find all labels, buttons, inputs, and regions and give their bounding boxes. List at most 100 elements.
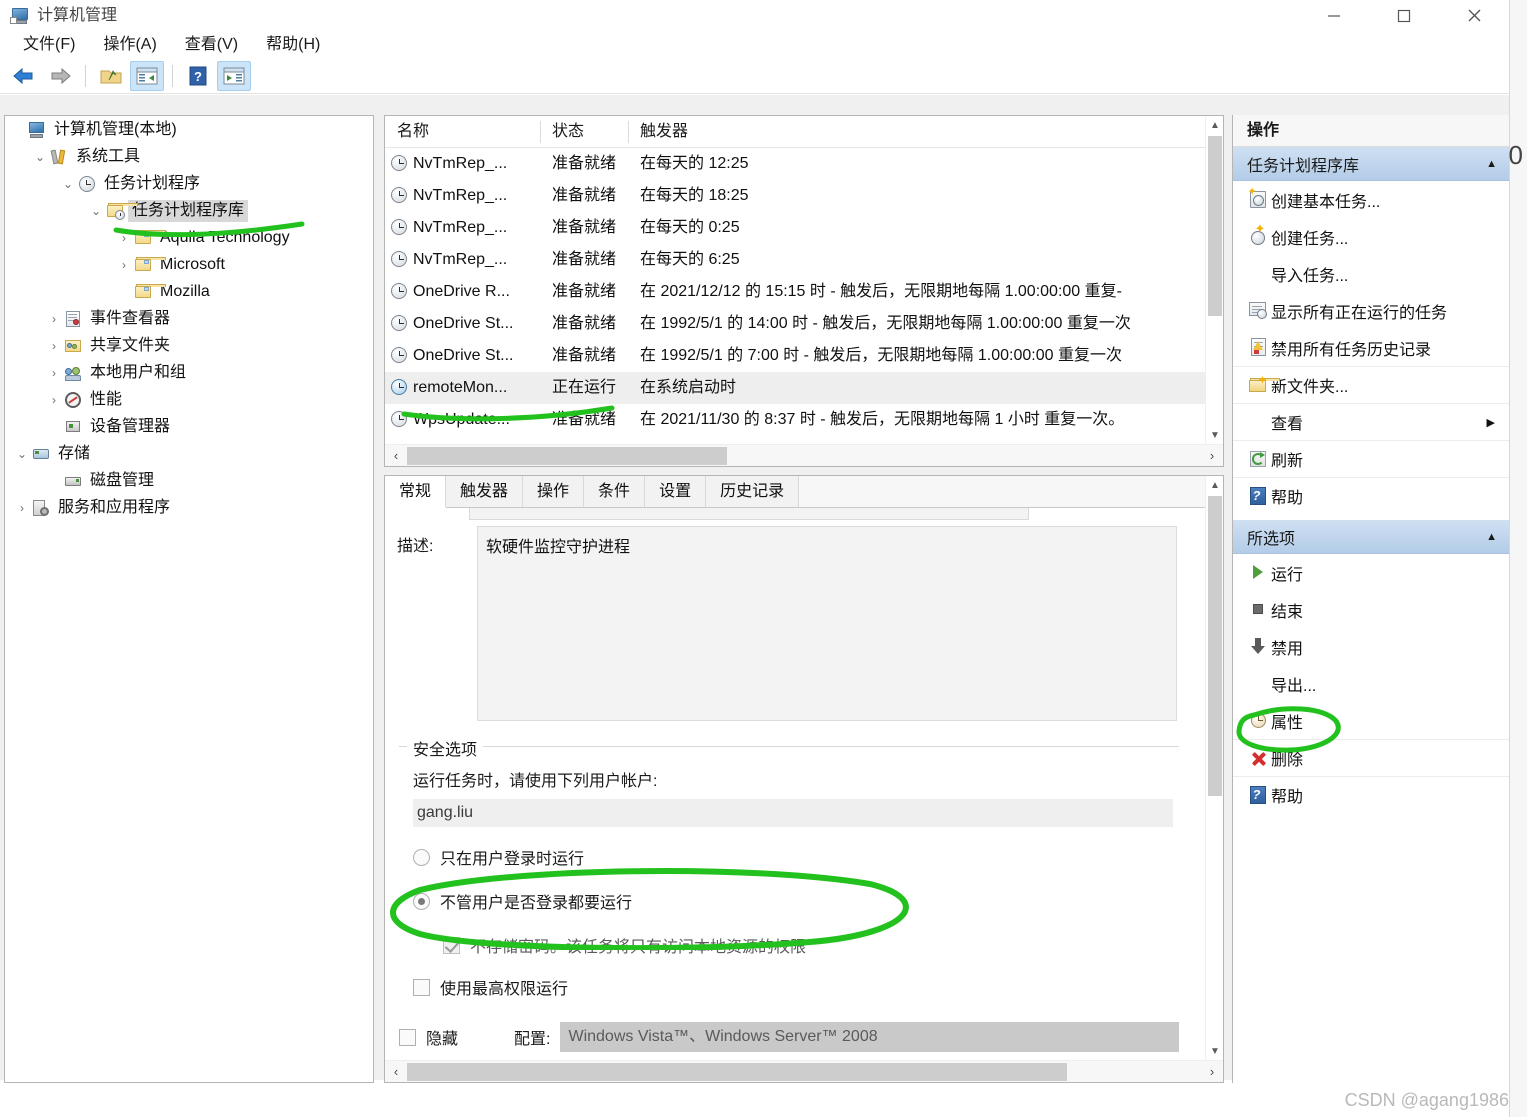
table-row-selected[interactable]: remoteMon... 正在运行 在系统启动时 <box>385 372 1205 404</box>
checkbox-icon[interactable] <box>413 978 430 996</box>
tree-item-task-scheduler-library[interactable]: ⌄ 任务计划程序库 <box>5 197 373 224</box>
chevron-right-icon[interactable]: › <box>45 313 63 325</box>
radio-run-whether-user-logged-on-or-not[interactable]: 不管用户是否登录都要运行 <box>413 889 632 913</box>
detail-vertical-scrollbar[interactable]: ▲ ▼ <box>1205 476 1223 1060</box>
tree-item-microsoft[interactable]: › Microsoft <box>5 251 373 278</box>
close-button[interactable] <box>1439 0 1509 31</box>
radio-button-selected-icon[interactable] <box>413 892 430 910</box>
actions-group-header-library[interactable]: 任务计划程序库 ▲ <box>1233 147 1509 181</box>
chevron-right-icon[interactable]: › <box>45 394 63 406</box>
scroll-right-arrow-icon[interactable]: › <box>1201 1061 1223 1083</box>
minimize-button[interactable] <box>1299 0 1369 31</box>
checkbox-run-with-highest-privileges[interactable]: 使用最高权限运行 <box>413 975 568 999</box>
table-row[interactable]: NvTmRep_... 准备就绪 在每天的 0:25 <box>385 212 1205 244</box>
show-hide-tree-icon[interactable] <box>130 60 164 91</box>
action-run[interactable]: 运行 <box>1233 554 1509 591</box>
tree-item-system-tools[interactable]: ⌄ 系统工具 <box>5 143 373 170</box>
tree-item-event-viewer[interactable]: › 事件查看器 <box>5 305 373 332</box>
collapse-caret-icon[interactable]: ▲ <box>1486 158 1497 170</box>
scrollbar-thumb[interactable] <box>1208 136 1222 316</box>
chevron-down-icon[interactable]: ⌄ <box>13 448 31 460</box>
tree-item-storage[interactable]: ⌄ 存储 <box>5 440 373 467</box>
checkbox-checked-icon[interactable] <box>443 936 460 954</box>
tab-settings[interactable]: 设置 <box>645 476 707 507</box>
submenu-arrow-icon[interactable]: ▶ <box>1487 416 1495 429</box>
action-export[interactable]: 导出... <box>1233 665 1509 702</box>
back-arrow-icon[interactable] <box>7 61 41 91</box>
scroll-up-arrow-icon[interactable]: ▲ <box>1206 116 1223 134</box>
action-display-all-running-tasks[interactable]: 显示所有正在运行的任务 <box>1233 292 1509 329</box>
menu-action[interactable]: 操作(A) <box>89 31 170 58</box>
chevron-down-icon[interactable]: ⌄ <box>87 205 105 217</box>
action-refresh[interactable]: 刷新 <box>1233 440 1509 477</box>
action-create-task[interactable]: ✦ 创建任务... <box>1233 218 1509 255</box>
maximize-button[interactable] <box>1369 0 1439 31</box>
tree-item-task-scheduler[interactable]: ⌄ 任务计划程序 <box>5 170 373 197</box>
task-list-vertical-scrollbar[interactable]: ▲ ▼ <box>1205 116 1223 444</box>
chevron-down-icon[interactable]: ⌄ <box>59 178 77 190</box>
chevron-down-icon[interactable]: ⌄ <box>31 151 49 163</box>
column-header-trigger[interactable]: 触发器 <box>628 116 1205 148</box>
task-list-horizontal-scrollbar[interactable]: ‹ › <box>385 444 1223 466</box>
tree-item-disk-management[interactable]: › 磁盘管理 <box>5 467 373 494</box>
tab-triggers[interactable]: 触发器 <box>446 476 524 507</box>
detail-horizontal-scrollbar[interactable]: ‹ › <box>385 1060 1223 1082</box>
menu-help[interactable]: 帮助(H) <box>252 31 334 58</box>
action-end[interactable]: 结束 <box>1233 591 1509 628</box>
action-delete[interactable]: 删除 <box>1233 739 1509 776</box>
table-row[interactable]: WpsUpdate... 准备就绪 在 2021/11/30 的 8:37 时 … <box>385 404 1205 436</box>
radio-button-icon[interactable] <box>413 848 430 866</box>
column-header-status[interactable]: 状态 <box>540 116 628 148</box>
console-tree[interactable]: › 计算机管理(本地) ⌄ 系统工具 ⌄ 任务计划程序 ⌄ <box>4 115 374 1083</box>
scroll-up-arrow-icon[interactable]: ▲ <box>1206 476 1223 494</box>
chevron-right-icon[interactable]: › <box>115 259 133 271</box>
description-field[interactable]: 软硬件监控守护进程 <box>477 526 1177 721</box>
tree-item-aquila-technology[interactable]: › Aquila Technology <box>5 224 373 251</box>
table-row[interactable]: OneDrive St... 准备就绪 在 1992/5/1 的 7:00 时 … <box>385 340 1205 372</box>
chevron-right-icon[interactable]: › <box>45 340 63 352</box>
hscroll-track[interactable] <box>407 1061 1201 1083</box>
tree-item-performance[interactable]: › 性能 <box>5 386 373 413</box>
tree-item-local-users-and-groups[interactable]: › 本地用户和组 <box>5 359 373 386</box>
action-import-task[interactable]: 导入任务... <box>1233 255 1509 292</box>
action-view[interactable]: 查看 ▶ <box>1233 403 1509 440</box>
scrollbar-thumb[interactable] <box>407 1062 1067 1081</box>
chevron-right-icon[interactable]: › <box>115 232 133 244</box>
scrollbar-thumb[interactable] <box>407 446 727 465</box>
tab-history[interactable]: 历史记录 <box>706 476 800 507</box>
hscroll-track[interactable] <box>407 445 1201 467</box>
table-row[interactable]: NvTmRep_... 准备就绪 在每天的 12:25 <box>385 148 1205 180</box>
table-row[interactable]: NvTmRep_... 准备就绪 在每天的 18:25 <box>385 180 1205 212</box>
chevron-right-icon[interactable]: › <box>45 367 63 379</box>
action-properties[interactable]: 属性 <box>1233 702 1509 739</box>
collapse-caret-icon[interactable]: ▲ <box>1486 531 1497 543</box>
checkbox-hidden-icon[interactable] <box>399 1028 416 1046</box>
table-row[interactable]: OneDrive St... 准备就绪 在 1992/5/1 的 14:00 时… <box>385 308 1205 340</box>
action-disable[interactable]: 禁用 <box>1233 628 1509 665</box>
configure-value[interactable]: Windows Vista™、Windows Server™ 2008 <box>560 1022 1179 1052</box>
up-folder-icon[interactable] <box>94 61 128 91</box>
checkbox-do-not-store-password[interactable]: 不存储密码。该任务将只有访问本地资源的权限 <box>443 933 806 957</box>
help-icon[interactable]: ? <box>181 61 215 91</box>
scroll-down-arrow-icon[interactable]: ▼ <box>1206 426 1223 444</box>
tree-item-shared-folders[interactable]: › 共享文件夹 <box>5 332 373 359</box>
tab-conditions[interactable]: 条件 <box>584 476 646 507</box>
table-row[interactable]: NvTmRep_... 准备就绪 在每天的 6:25 <box>385 244 1205 276</box>
scroll-left-arrow-icon[interactable]: ‹ <box>385 1061 407 1083</box>
menu-file[interactable]: 文件(F) <box>9 31 89 58</box>
scrollbar-thumb[interactable] <box>1208 496 1222 796</box>
column-header-name[interactable]: 名称 <box>385 116 540 148</box>
action-new-folder[interactable]: ✦ 新文件夹... <box>1233 366 1509 403</box>
action-help-selected[interactable]: ? 帮助 <box>1233 776 1509 813</box>
tree-item-computer-management[interactable]: › 计算机管理(本地) <box>5 116 373 143</box>
scroll-down-arrow-icon[interactable]: ▼ <box>1206 1042 1223 1060</box>
radio-run-only-when-logged-on[interactable]: 只在用户登录时运行 <box>413 845 584 869</box>
forward-arrow-icon[interactable] <box>43 61 77 91</box>
chevron-right-icon[interactable]: › <box>13 502 31 514</box>
action-create-basic-task[interactable]: ✦ 创建基本任务... <box>1233 181 1509 218</box>
tree-item-mozilla[interactable]: › Mozilla <box>5 278 373 305</box>
tree-item-services-and-applications[interactable]: › 服务和应用程序 <box>5 494 373 521</box>
table-row[interactable]: OneDrive R... 准备就绪 在 2021/12/12 的 15:15 … <box>385 276 1205 308</box>
scroll-left-arrow-icon[interactable]: ‹ <box>385 445 407 467</box>
action-disable-all-tasks-history[interactable]: 禁用所有任务历史记录 <box>1233 329 1509 366</box>
